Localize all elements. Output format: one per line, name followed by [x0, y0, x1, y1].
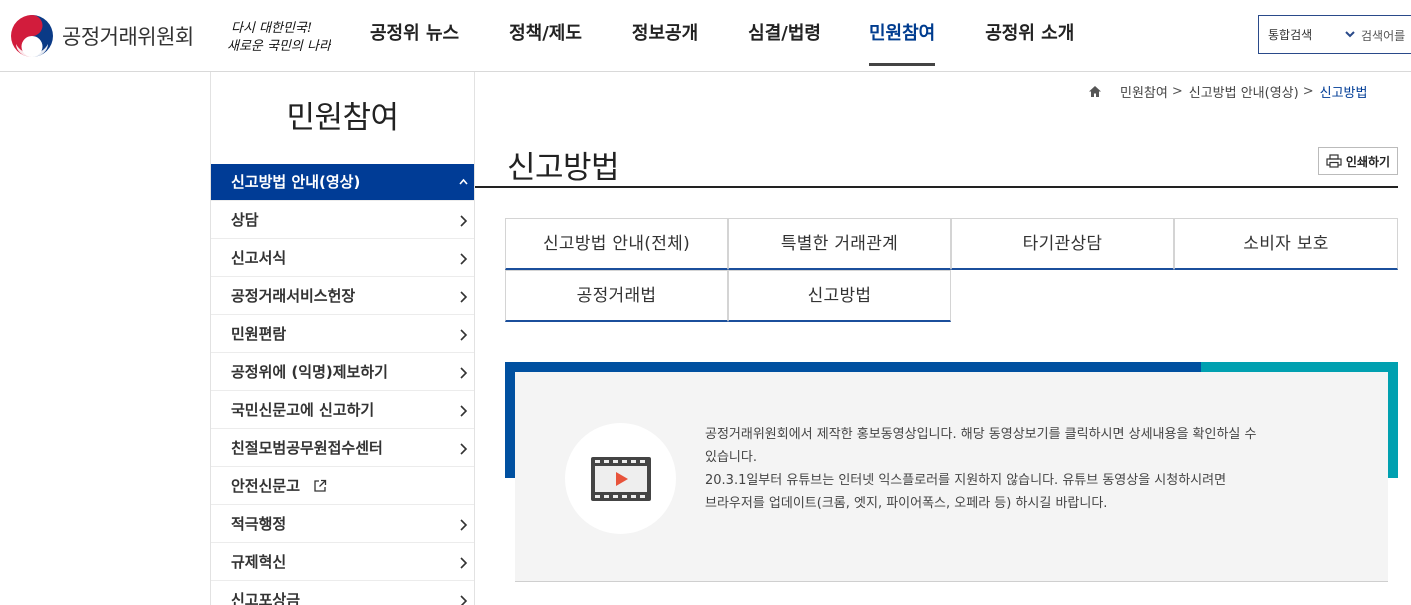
sidebar-item-label: 신고서식	[231, 249, 287, 267]
sidebar-item-reward[interactable]: 신고포상금	[211, 581, 474, 605]
video-film-icon	[590, 456, 651, 501]
sidebar-item-label: 신고방법 안내(영상)	[231, 173, 361, 191]
chevron-up-icon	[459, 178, 468, 185]
print-button-label: 인쇄하기	[1345, 154, 1391, 169]
chevron-right-icon	[460, 405, 468, 417]
video-description-line: 공정거래위원회에서 제작한 홍보동영상입니다. 해당 동영상보기를 클릭하시면 …	[705, 427, 1257, 442]
chevron-right-icon	[460, 291, 468, 303]
search-input[interactable]: 검색어를	[1361, 27, 1405, 44]
chevron-right-icon	[460, 595, 468, 605]
slogan-line1: 다시 대한민국!	[231, 21, 312, 36]
breadcrumb-separator: >	[1302, 83, 1314, 99]
sidebar-item-label: 공정위에 (익명)제보하기	[231, 363, 388, 381]
chevron-right-icon	[460, 329, 468, 341]
video-description-line: 브라우저를 업데이트(크롬, 엣지, 파이어폭스, 오페라 등) 하시길 바랍니…	[705, 496, 1108, 511]
page-title: 신고방법	[507, 150, 620, 186]
government-emblem-icon	[11, 15, 53, 57]
nav-item-decisions[interactable]: 심결/법령	[748, 0, 821, 72]
breadcrumb-separator: >	[1171, 83, 1183, 99]
chevron-down-icon	[1345, 31, 1355, 38]
tab-consumer-protection[interactable]: 소비자 보호	[1174, 218, 1398, 270]
site-logo[interactable]: 공정거래위원회	[10, 13, 194, 59]
sidebar-item-epeople-report[interactable]: 국민신문고에 신고하기	[211, 391, 474, 429]
title-divider	[475, 186, 1398, 188]
printer-icon	[1326, 154, 1342, 168]
sidebar-item-label: 규제혁신	[231, 553, 287, 571]
sidebar-item-kind-official-center[interactable]: 친절모범공무원접수센터	[211, 429, 474, 467]
video-panel: 공정거래위원회에서 제작한 홍보동영상입니다. 해당 동영상보기를 클릭하시면 …	[515, 372, 1388, 582]
chevron-right-icon	[460, 367, 468, 379]
tab-report-method[interactable]: 신고방법	[728, 270, 951, 322]
nav-item-news[interactable]: 공정위 뉴스	[370, 0, 459, 72]
sidebar-item-label: 친절모범공무원접수센터	[231, 439, 383, 457]
breadcrumb-current: 신고방법	[1319, 85, 1368, 101]
sidebar-item-handbook[interactable]: 민원편람	[211, 315, 474, 353]
tab-fair-trade-act[interactable]: 공정거래법	[505, 270, 728, 322]
sidebar-item-label: 신고포상금	[231, 591, 301, 605]
nav-item-civil-petition[interactable]: 민원참여	[868, 0, 936, 72]
sidebar: 민원참여 신고방법 안내(영상) 상담 신고서식 공정거래서비스헌장 민원편람 …	[210, 72, 475, 605]
sidebar-item-label: 상담	[231, 211, 259, 229]
sidebar-item-proactive-admin[interactable]: 적극행정	[211, 505, 474, 543]
nav-item-about[interactable]: 공정위 소개	[985, 0, 1074, 72]
sidebar-item-service-charter[interactable]: 공정거래서비스헌장	[211, 277, 474, 315]
sidebar-item-safety-report[interactable]: 안전신문고	[211, 467, 474, 505]
site-header: 공정거래위원회 다시 대한민국! 새로운 국민의 나라 공정위 뉴스 정책/제도…	[0, 0, 1411, 72]
sidebar-item-anonymous-report[interactable]: 공정위에 (익명)제보하기	[211, 353, 474, 391]
sidebar-item-consultation[interactable]: 상담	[211, 201, 474, 239]
sidebar-item-label: 공정거래서비스헌장	[231, 287, 356, 305]
video-description: 공정거래위원회에서 제작한 홍보동영상입니다. 해당 동영상보기를 클릭하시면 …	[705, 423, 1365, 515]
tab-special-transaction[interactable]: 특별한 거래관계	[728, 218, 951, 270]
sidebar-item-label: 민원편람	[231, 325, 287, 343]
video-description-line: 20.3.1일부터 유튜브는 인터넷 익스플로러를 지원하지 않습니다. 유튜브…	[705, 473, 1227, 488]
video-play-button[interactable]	[565, 423, 676, 534]
logo-text: 공정거래위원회	[62, 25, 194, 49]
sidebar-menu: 신고방법 안내(영상) 상담 신고서식 공정거래서비스헌장 민원편람 공정위에 …	[211, 164, 474, 605]
slogan-handwriting: 다시 대한민국! 새로운 국민의 나라	[227, 21, 331, 54]
sidebar-item-report-guide-video[interactable]: 신고방법 안내(영상)	[211, 164, 474, 201]
search-box: 통합검색 검색어를	[1258, 15, 1411, 54]
tab-other-agency[interactable]: 타기관상담	[951, 218, 1174, 270]
slogan-line2: 새로운 국민의 나라	[227, 39, 331, 54]
sidebar-item-label: 국민신문고에 신고하기	[231, 401, 375, 419]
external-link-icon	[314, 479, 327, 492]
nav-item-policy[interactable]: 정책/제도	[509, 0, 582, 72]
home-icon[interactable]	[1088, 85, 1102, 98]
sidebar-item-regulatory-innovation[interactable]: 규제혁신	[211, 543, 474, 581]
chevron-right-icon	[460, 443, 468, 455]
breadcrumb-item[interactable]: 민원참여	[1120, 82, 1168, 101]
chevron-right-icon	[460, 557, 468, 569]
nav-item-disclosure[interactable]: 정보공개	[632, 0, 698, 72]
chevron-right-icon	[460, 519, 468, 531]
breadcrumb: 민원참여 > 신고방법 안내(영상) > 신고방법	[1088, 82, 1368, 101]
sidebar-item-report-forms[interactable]: 신고서식	[211, 239, 474, 277]
video-section: 공정거래위원회에서 제작한 홍보동영상입니다. 해당 동영상보기를 클릭하시면 …	[505, 362, 1398, 583]
breadcrumb-item[interactable]: 신고방법 안내(영상)	[1189, 82, 1299, 101]
sidebar-title: 민원참여	[286, 100, 399, 136]
chevron-right-icon	[460, 215, 468, 227]
sidebar-item-label: 적극행정	[231, 515, 287, 533]
tab-report-guide-all[interactable]: 신고방법 안내(전체)	[505, 218, 728, 270]
print-button[interactable]: 인쇄하기	[1318, 147, 1398, 175]
search-scope-select[interactable]: 통합검색	[1259, 26, 1339, 43]
sidebar-item-label: 안전신문고	[231, 477, 301, 495]
chevron-right-icon	[460, 253, 468, 265]
video-description-line: 있습니다.	[705, 450, 757, 465]
main-nav: 공정위 뉴스 정책/제도 정보공개 심결/법령 민원참여 공정위 소개	[348, 0, 1074, 72]
